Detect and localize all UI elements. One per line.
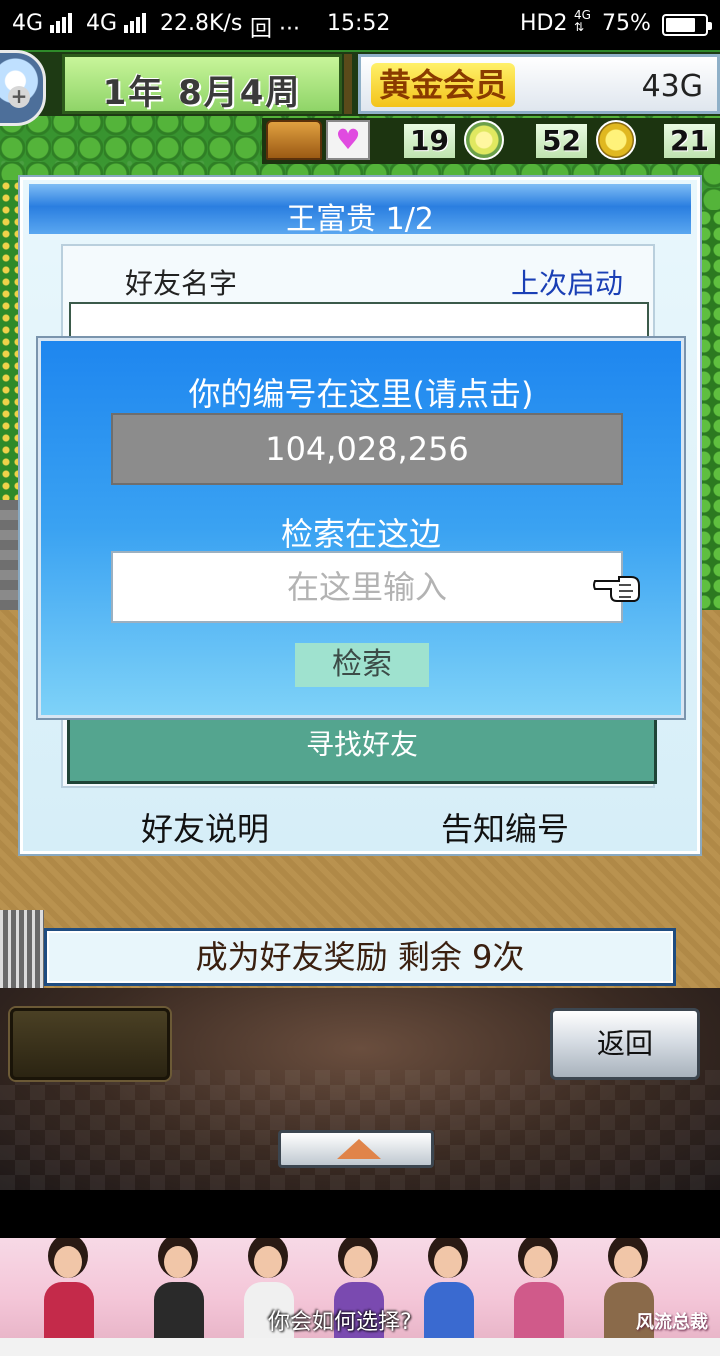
- ad-character-image: [510, 1242, 568, 1338]
- hud-divider: [344, 54, 352, 114]
- ad-caption: 你会如何选择?: [268, 1310, 412, 1335]
- game-date: 1年 8月4周: [102, 73, 302, 113]
- game-date-box: 1年 8月4周: [62, 54, 342, 114]
- data-arrows-icon: 4G ⇅: [574, 8, 591, 34]
- search-button[interactable]: 检索: [295, 643, 429, 687]
- lightbulb-icon: [464, 120, 504, 160]
- network-speed: 22.8K/s: [160, 11, 243, 36]
- search-input[interactable]: [111, 551, 623, 623]
- friend-help-link[interactable]: 好友说明: [141, 804, 269, 850]
- navigation-strip: [0, 1338, 720, 1356]
- empty-slot[interactable]: [10, 1008, 170, 1080]
- network-type-label: 4G: [86, 11, 118, 36]
- character-head: [254, 1246, 282, 1278]
- network-type-label: 4G: [12, 11, 44, 36]
- vip-badge: 黄金会员: [371, 63, 516, 107]
- signal-icon: [50, 13, 74, 39]
- resource-count-2: 52: [536, 124, 587, 158]
- network-indicator-2: 4G: [86, 11, 148, 39]
- player-id-dialog: 你的编号在这里(请点击) 104,028,256 检索在这边 检索: [38, 338, 684, 718]
- character-body: [424, 1282, 474, 1338]
- notification-icons: 回 ···: [250, 17, 300, 42]
- character-body: [154, 1282, 204, 1338]
- gold-amount: 43G: [641, 69, 703, 104]
- find-friend-button[interactable]: 寻找好友: [67, 708, 657, 784]
- friend-reward-bar: 成为好友奖励 剩余 9次: [44, 928, 676, 986]
- network-indicator-1: 4G: [12, 11, 74, 39]
- battery-fill: [666, 18, 695, 32]
- ad-banner[interactable]: 你会如何选择? 风流总裁: [0, 1238, 720, 1338]
- ad-character-image: [40, 1242, 98, 1338]
- character-head: [164, 1246, 192, 1278]
- character-head: [524, 1246, 552, 1278]
- search-label: 检索在这边: [280, 515, 441, 553]
- battery-icon: [662, 14, 712, 36]
- expand-up-button[interactable]: [278, 1130, 434, 1168]
- treasure-chest-icon[interactable]: [266, 120, 322, 160]
- status-bar: 4G 4G 22.8K/s 回 ··· 15:52 HD2 4G ⇅ 75%: [0, 0, 720, 50]
- plus-icon[interactable]: +: [8, 86, 30, 108]
- hd-indicator: HD2: [520, 11, 568, 36]
- panel-title-bar: 王富贵 1/2: [29, 184, 691, 237]
- character-body: [44, 1282, 94, 1338]
- coin-icon: [596, 120, 636, 160]
- ad-character-image: [420, 1242, 478, 1338]
- banner-gap: [0, 1190, 720, 1238]
- column-header-last-launch: 上次启动: [510, 267, 623, 300]
- resource-count-3: 21: [664, 124, 715, 158]
- dialog-title: 你的编号在这里(请点击): [188, 375, 534, 413]
- character-head: [434, 1246, 462, 1278]
- character-body: [514, 1282, 564, 1338]
- character-head: [344, 1246, 372, 1278]
- clock: 15:52: [327, 11, 391, 36]
- gold-box: 黄金会员 43G: [358, 54, 720, 114]
- pointing-hand-icon: [593, 576, 640, 602]
- battery-percent: 75%: [602, 11, 651, 36]
- character-head: [614, 1246, 642, 1278]
- ad-logo: 风流总裁: [636, 1312, 708, 1333]
- resource-count-1: 19: [404, 124, 455, 158]
- back-button[interactable]: 返回: [550, 1008, 700, 1080]
- heart-icon: ♥: [326, 120, 370, 160]
- player-id-box[interactable]: 104,028,256: [111, 413, 623, 485]
- signal-icon: [124, 13, 148, 39]
- column-header-friend-name: 好友名字: [125, 267, 238, 300]
- tell-id-link[interactable]: 告知编号: [441, 804, 569, 850]
- character-head: [54, 1246, 82, 1278]
- panel-title: 王富贵 1/2: [286, 202, 434, 237]
- ad-character-image: [150, 1242, 208, 1338]
